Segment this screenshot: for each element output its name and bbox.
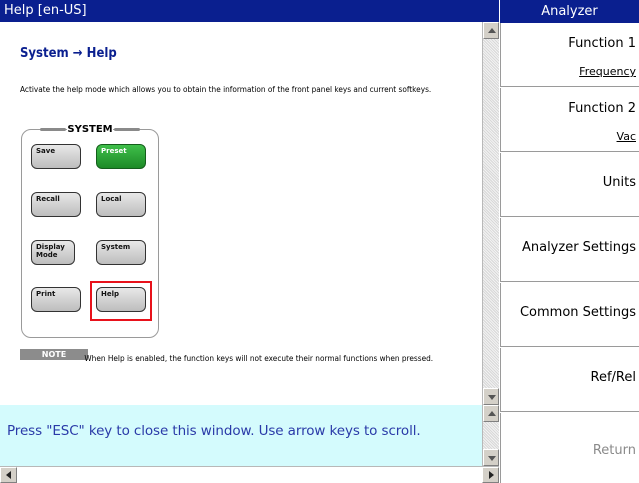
softkey-return[interactable]: Return [500,413,639,483]
help-heading: System → Help [20,46,117,61]
help-window-title: Help [en-US] [0,0,499,22]
hint-bar: Press "ESC" key to close this window. Us… [0,405,482,466]
system-keypad-illustration: SYSTEM Save Preset Recall Local Display … [21,124,159,338]
softkey-function-1[interactable]: Function 1 Frequency [500,23,639,87]
softkey-value: Frequency [579,65,636,78]
help-window: Help [en-US] System → Help Activate the … [0,0,499,483]
softkey-label: Common Settings [519,305,636,320]
scroll-down-arrow-icon [488,456,496,461]
softkey-label: Ref/Rel [590,370,636,385]
scroll-left-button[interactable] [0,467,17,483]
softkey-units[interactable]: Units [500,153,639,217]
softkey-panel-title: Analyzer [500,0,639,23]
hint-vertical-scrollbar[interactable] [482,405,499,466]
horizontal-scrollbar[interactable] [0,466,499,483]
preset-key: Preset [96,144,146,169]
recall-key: Recall [31,192,81,217]
softkey-analyzer-settings[interactable]: Analyzer Settings [500,218,639,282]
scroll-up-arrow-icon [488,411,496,416]
note-text: When Help is enabled, the function keys … [84,354,434,363]
scroll-up-button[interactable] [483,22,499,39]
softkey-common-settings[interactable]: Common Settings [500,283,639,347]
print-key: Print [31,287,81,312]
softkey-function-2[interactable]: Function 2 Vac [500,88,639,152]
content-vertical-scrollbar[interactable] [482,22,499,405]
softkey-panel: Analyzer Function 1 Frequency Function 2… [500,0,639,483]
save-key: Save [31,144,81,169]
system-legend-text: SYSTEM [67,124,113,135]
softkey-label: Function 1 [568,36,636,51]
softkey-label: Analyzer Settings [521,240,636,255]
hint-scroll-down-button[interactable] [483,449,499,466]
scroll-down-button[interactable] [483,388,499,405]
local-key: Local [96,192,146,217]
softkey-label: Return [592,443,636,458]
scroll-left-arrow-icon [6,471,11,479]
scroll-right-button[interactable] [482,467,499,483]
scroll-right-arrow-icon [489,471,494,479]
scroll-up-arrow-icon [488,28,496,33]
softkey-value: Vac [616,130,636,143]
scroll-down-arrow-icon [488,395,496,400]
system-key: System [96,240,146,265]
softkey-ref-rel[interactable]: Ref/Rel [500,348,639,412]
system-panel-legend: SYSTEM [22,124,158,136]
help-content: System → Help Activate the help mode whi… [0,22,482,405]
display-mode-key: Display Mode [31,240,75,265]
hint-text: Press "ESC" key to close this window. Us… [7,423,421,439]
help-key-highlight [90,281,152,321]
help-description: Activate the help mode which allows you … [20,85,432,94]
softkey-label: Function 2 [568,101,636,116]
hint-scroll-up-button[interactable] [483,405,499,422]
softkey-label: Units [602,175,636,190]
